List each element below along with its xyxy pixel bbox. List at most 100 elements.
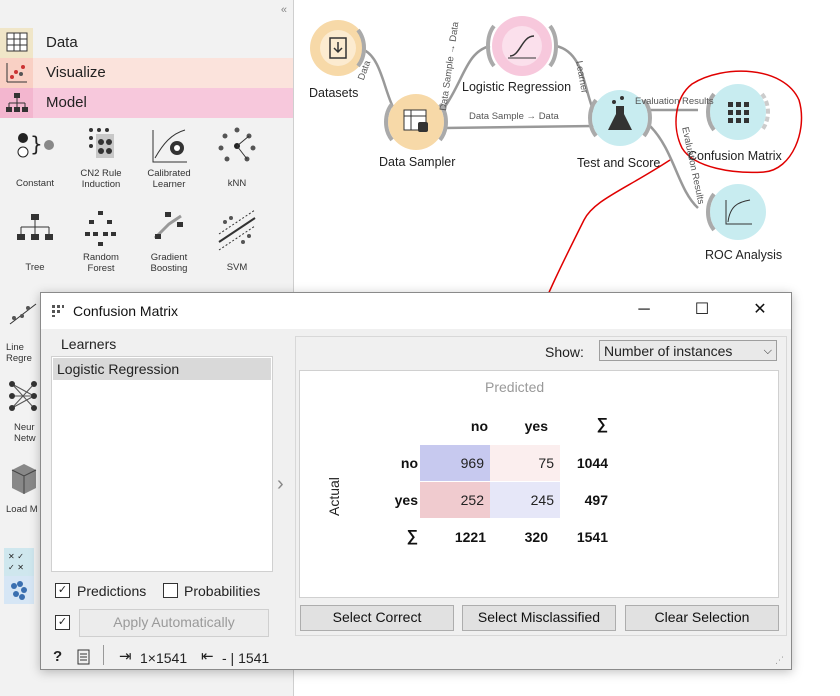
matrix-cell-yes-no[interactable]: 252	[420, 482, 490, 518]
svg-text:✕ ✓: ✕ ✓	[8, 552, 24, 561]
category-visualize[interactable]: Visualize	[0, 58, 293, 88]
node-label-roc-analysis[interactable]: ROC Analysis	[705, 248, 782, 262]
tool-svm[interactable]: SVM	[202, 208, 272, 273]
link-label-sampler-test: Data Sample → Data	[469, 111, 559, 122]
tool-tree[interactable]: Tree	[0, 208, 70, 273]
panel-collapse-arrow[interactable]: ›	[277, 473, 284, 496]
predictions-label: Predictions	[77, 583, 147, 599]
tool-knn[interactable]: kNN	[202, 124, 272, 189]
learners-group-label: Learners	[61, 336, 117, 352]
category-label: Data	[46, 34, 78, 51]
matrix-cell-no-yes[interactable]: 75	[490, 445, 560, 481]
predicted-label: Predicted	[485, 379, 545, 395]
minimize-button[interactable]: ─	[615, 293, 673, 329]
select-correct-button[interactable]: Select Correct	[300, 605, 454, 631]
category-model[interactable]: Model	[0, 88, 293, 118]
category-unsupervised[interactable]	[4, 576, 34, 604]
probabilities-label: Probabilities	[184, 583, 261, 599]
apply-automatically-button[interactable]: Apply Automatically	[79, 609, 269, 637]
actual-label: Actual	[326, 477, 342, 516]
col-total-yes: 320	[524, 529, 548, 545]
minimize-icon: ─	[638, 301, 650, 318]
resize-grip-icon[interactable]: ⋰	[775, 655, 784, 666]
tool-label: Calibrated Learner	[147, 168, 191, 190]
scatter-icon	[0, 58, 33, 88]
svg-text:}: }	[30, 132, 43, 156]
data-sampler-icon	[403, 109, 428, 132]
output-summary: - | 1541	[222, 650, 270, 666]
matrix-panel: Predicted Actual no yes ∑ no yes ∑ 969 7…	[299, 370, 779, 598]
report-icon[interactable]	[77, 649, 91, 665]
tool-label: Constant	[15, 178, 55, 189]
tool-linear-regression[interactable]: Line Regre	[0, 298, 40, 364]
row-total-yes: 497	[584, 492, 608, 508]
show-label: Show:	[545, 344, 584, 360]
tool-calibrated-learner[interactable]: Calibrated Learner	[134, 124, 204, 190]
svg-text:✓ ✕: ✓ ✕	[8, 563, 24, 572]
calibration-gear-icon	[152, 129, 187, 163]
tool-neural-network[interactable]: Neur Netw	[0, 378, 40, 444]
col-total-no: 1221	[454, 529, 486, 545]
close-button[interactable]: ✕	[731, 293, 789, 329]
category-data[interactable]: Data	[0, 28, 293, 58]
tool-label: Load M	[6, 504, 38, 515]
table-icon	[0, 28, 33, 58]
knn-icon	[218, 127, 256, 162]
select-misclassified-button[interactable]: Select Misclassified	[462, 605, 616, 631]
maximize-button[interactable]: ☐	[673, 293, 731, 329]
collapse-toolbox-button[interactable]: «	[281, 4, 287, 16]
node-label-datasets[interactable]: Datasets	[309, 86, 358, 100]
forest-icon	[85, 211, 116, 246]
tool-label: Random Forest	[83, 252, 119, 274]
category-evaluate[interactable]: ✕ ✓ ✓ ✕	[4, 548, 34, 576]
input-icon: ⇥	[119, 648, 132, 665]
matrix-cell-no-no[interactable]: 969	[420, 445, 490, 481]
learner-item-logistic-regression[interactable]: Logistic Regression	[53, 358, 271, 380]
evaluate-grid-icon: ✕ ✓ ✓ ✕	[8, 552, 24, 572]
predictions-checkbox[interactable]: ✓	[55, 583, 70, 598]
svm-icon	[218, 209, 256, 251]
tool-constant[interactable]: } Constant	[0, 124, 70, 189]
category-label: Model	[46, 94, 87, 111]
tool-random-forest[interactable]: Random Forest	[66, 208, 136, 274]
show-select[interactable]: Number of instances ⌵	[599, 340, 777, 361]
matrix-cell-yes-yes[interactable]: 245	[490, 482, 560, 518]
probabilities-checkbox[interactable]	[163, 583, 178, 598]
cluster-icon	[11, 581, 27, 600]
confusion-matrix-dialog: Confusion Matrix ─ ☐ ✕ Learners Logistic…	[40, 292, 792, 670]
tool-cn2-rule-induction[interactable]: CN2 Rule Induction	[66, 124, 136, 190]
tree-icon	[17, 214, 53, 240]
learners-list[interactable]: Logistic Regression	[51, 356, 273, 572]
dialog-title: Confusion Matrix	[73, 303, 179, 319]
row-header-no: no	[400, 455, 418, 471]
output-icon: ⇤	[201, 648, 214, 665]
help-icon[interactable]: ?	[53, 648, 62, 665]
node-label-test-and-score[interactable]: Test and Score	[577, 156, 660, 170]
tree-icon	[0, 88, 33, 118]
rule-grid-icon	[89, 128, 114, 158]
tool-label: kNN	[227, 178, 247, 189]
tool-load-model[interactable]: Load M	[0, 460, 40, 515]
row-header-yes: yes	[394, 492, 418, 508]
show-select-value: Number of instances	[604, 343, 733, 359]
tool-label: Tree	[25, 262, 45, 273]
constant-icon: }	[17, 132, 54, 158]
tool-label: Neur Netw	[14, 422, 36, 444]
chevron-down-icon: ⌵	[763, 345, 772, 357]
col-header-sum: ∑	[596, 416, 608, 433]
boosting-icon	[153, 212, 183, 240]
col-header-no: no	[470, 418, 488, 434]
clear-selection-button[interactable]: Clear Selection	[625, 605, 779, 631]
tool-label: SVM	[226, 262, 248, 273]
tool-label: Line Regre	[6, 342, 32, 364]
apply-automatically-checkbox[interactable]: ✓	[55, 615, 70, 630]
tool-label: Gradient Boosting	[150, 252, 188, 274]
node-label-logistic-regression[interactable]: Logistic Regression	[462, 80, 571, 94]
node-label-data-sampler[interactable]: Data Sampler	[379, 155, 455, 169]
dialog-app-icon	[52, 305, 64, 317]
title-bar[interactable]: Confusion Matrix ─ ☐ ✕	[41, 293, 791, 329]
node-label-confusion-matrix[interactable]: Confusion Matrix	[688, 149, 782, 163]
tool-gradient-boosting[interactable]: Gradient Boosting	[134, 208, 204, 274]
link-label-evaluation-results: Evaluation Results	[635, 96, 714, 107]
row-header-sum: ∑	[406, 528, 418, 545]
